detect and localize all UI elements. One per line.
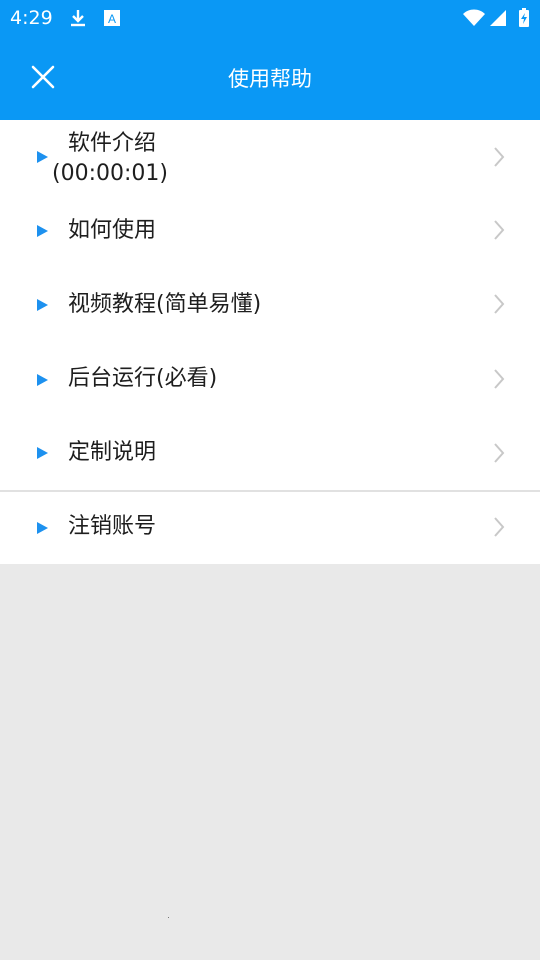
menu-item-duration: (00:00:01) <box>52 161 168 186</box>
a-icon: A <box>104 10 120 26</box>
status-bar: 4:29 A <box>0 0 540 36</box>
play-triangle-icon <box>37 522 48 534</box>
menu-item-how-to-use[interactable]: 如何使用 <box>0 194 540 268</box>
download-icon <box>71 10 85 27</box>
help-menu: 软件介绍 (00:00:01) 如何使用 视频教程(简单易懂) 后台运行(必看)… <box>0 120 540 564</box>
status-time: 4:29 <box>10 7 53 29</box>
help-menu-main-group: 软件介绍 (00:00:01) 如何使用 视频教程(简单易懂) 后台运行(必看)… <box>0 120 540 490</box>
menu-item-label: 如何使用 <box>68 218 157 243</box>
play-triangle-icon <box>37 299 48 311</box>
menu-item-label: 注销账号 <box>68 514 157 539</box>
chevron-right-icon <box>494 147 505 167</box>
svg-text:A: A <box>108 12 116 26</box>
play-triangle-icon <box>37 151 48 163</box>
play-triangle-icon <box>37 225 48 237</box>
play-triangle-icon <box>37 447 48 459</box>
chevron-right-icon <box>494 443 505 463</box>
close-button[interactable] <box>26 60 60 94</box>
play-triangle-icon <box>37 374 48 386</box>
chevron-right-icon <box>494 220 505 240</box>
help-menu-account-group: 注销账号 <box>0 492 540 564</box>
chevron-right-icon <box>494 517 505 537</box>
battery-icon <box>519 8 529 27</box>
signal-icon <box>490 10 506 26</box>
chevron-right-icon <box>494 369 505 389</box>
chevron-right-icon <box>494 294 505 314</box>
top-app-bar: 4:29 A 使用帮助 <box>0 0 540 120</box>
menu-item-software-intro[interactable]: 软件介绍 (00:00:01) <box>0 120 540 194</box>
menu-item-label: 后台运行(必看) <box>68 366 218 391</box>
wifi-icon <box>463 9 485 26</box>
menu-item-label: 定制说明 <box>68 440 157 465</box>
menu-item-video-tutorial[interactable]: 视频教程(简单易懂) <box>0 268 540 342</box>
menu-item-label: 视频教程(简单易懂) <box>68 292 262 317</box>
menu-item-customization[interactable]: 定制说明 <box>0 416 540 490</box>
background-dot <box>168 917 169 918</box>
page-title: 使用帮助 <box>228 67 312 91</box>
close-icon <box>31 65 55 89</box>
menu-item-label: 软件介绍 <box>68 131 157 156</box>
menu-item-background-running[interactable]: 后台运行(必看) <box>0 342 540 416</box>
menu-item-cancel-account[interactable]: 注销账号 <box>0 492 540 564</box>
